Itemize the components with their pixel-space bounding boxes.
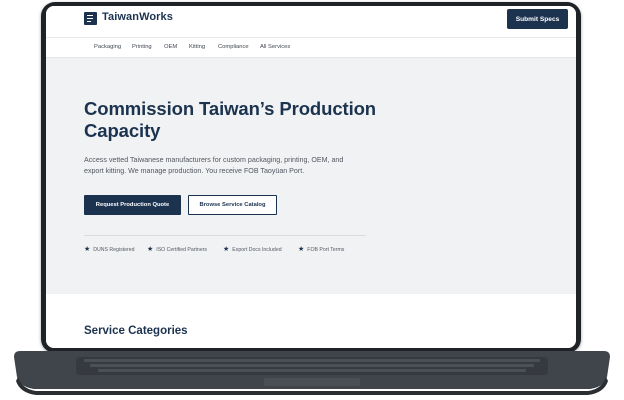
- submit-specs-button[interactable]: Submit Specs: [507, 9, 568, 29]
- trust-badge-label: Export Docs Included: [232, 247, 282, 253]
- hero-title-line-2: Capacity: [84, 120, 161, 141]
- laptop-base: [14, 351, 610, 395]
- trust-badge-label: ISO Certified Partners: [156, 247, 208, 253]
- browser-viewport: TaiwanWorks Submit Specs Packaging Print…: [46, 6, 576, 348]
- trust-badge-label: DUNS Registered: [93, 247, 135, 253]
- star-icon: ★: [84, 246, 91, 253]
- site-header: TaiwanWorks Submit Specs: [46, 6, 576, 38]
- services-title: Service Categories: [84, 325, 188, 337]
- logo-wordmark[interactable]: TaiwanWorks: [102, 11, 173, 23]
- hero-title: Commission Taiwan’s Production Capacity: [84, 98, 404, 142]
- main-nav: Packaging Printing OEM Kitting Complianc…: [46, 38, 576, 58]
- services-section: Service Categories: [46, 294, 576, 348]
- nav-item-oem[interactable]: OEM: [164, 44, 177, 50]
- logo-icon[interactable]: [84, 12, 97, 25]
- nav-item-printing[interactable]: Printing: [132, 44, 152, 50]
- nav-item-compliance[interactable]: Compliance: [218, 44, 249, 50]
- nav-item-kitting[interactable]: Kitting: [189, 44, 205, 50]
- trust-badge: ★ DUNS Registered: [84, 246, 135, 254]
- trust-badge-label: FOB Port Terms: [307, 247, 345, 253]
- trust-badge: ★ ISO Certified Partners: [147, 246, 207, 254]
- star-icon: ★: [298, 246, 305, 253]
- hero-subtitle-line-1: Access vetted Taiwanese manufacturers fo…: [84, 156, 344, 164]
- trust-badge: ★ Export Docs Included: [223, 246, 282, 254]
- browse-catalog-button[interactable]: Browse Service Catalog: [188, 195, 277, 215]
- hero-title-line-1: Commission Taiwan’s Production: [84, 98, 377, 119]
- hero-divider: [84, 235, 366, 236]
- star-icon: ★: [147, 246, 154, 253]
- nav-item-packaging[interactable]: Packaging: [94, 44, 121, 50]
- hero-section: Commission Taiwan’s Production Capacity …: [46, 58, 576, 294]
- request-quote-button[interactable]: Request Production Quote: [84, 195, 181, 215]
- hero-subtitle: Access vetted Taiwanese manufacturers fo…: [84, 155, 384, 177]
- star-icon: ★: [223, 246, 230, 253]
- trust-badge: ★ FOB Port Terms: [298, 246, 344, 254]
- nav-item-all-services[interactable]: All Services: [260, 44, 290, 50]
- hero-subtitle-line-2: export kitting. We manage production. Yo…: [84, 167, 305, 175]
